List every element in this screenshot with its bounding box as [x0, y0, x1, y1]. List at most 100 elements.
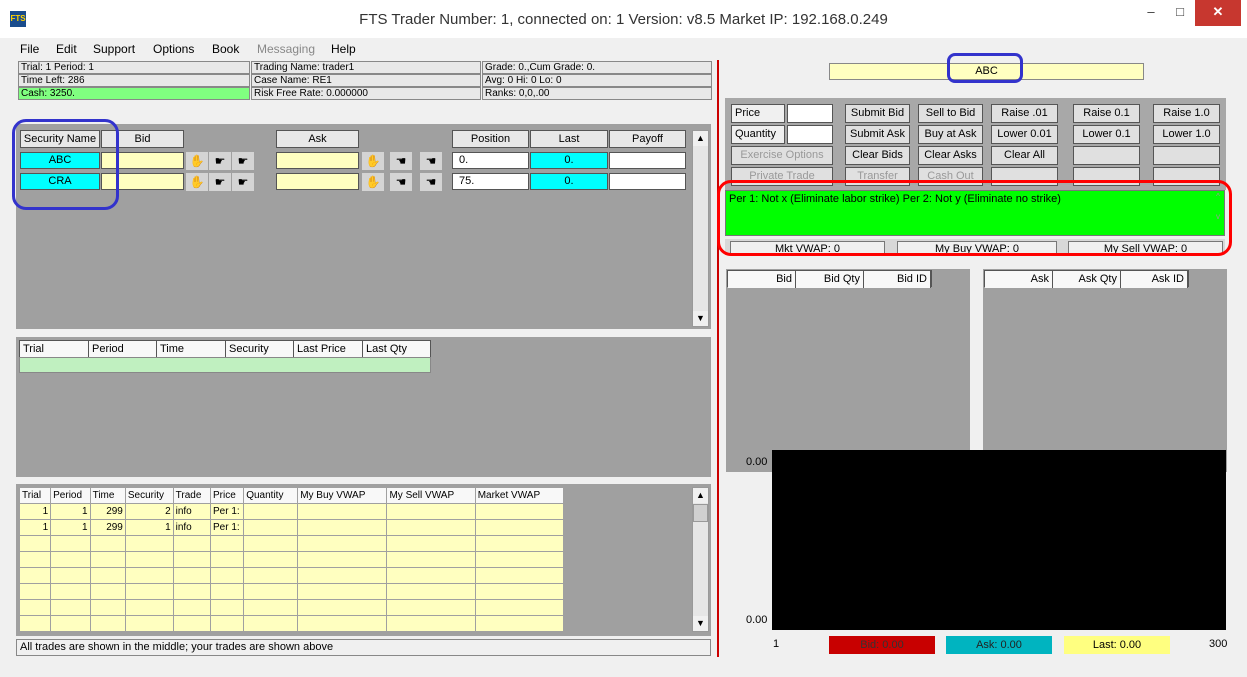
market-hand-icon[interactable]: ☛: [232, 173, 254, 191]
bid-book-panel: [726, 269, 970, 472]
sell-to-bid-button[interactable]: Sell to Bid: [918, 104, 983, 123]
point-hand-icon[interactable]: ☚: [390, 152, 412, 170]
col-ask-qty: Ask Qty: [1053, 271, 1121, 288]
scroll-down-icon[interactable]: ▼: [693, 311, 708, 326]
position-cell: 75.: [452, 173, 529, 190]
col-ask: Ask: [985, 271, 1053, 288]
col-market-vwap: Market VWAP: [474, 487, 565, 504]
cell-trade: info: [172, 503, 211, 520]
ask-book-panel: [983, 269, 1227, 472]
market-trades-header: Trial Period Time Security Last Price La…: [19, 340, 431, 358]
point-hand-icon[interactable]: ☛: [209, 173, 231, 191]
scroll-up-icon[interactable]: ▲: [693, 131, 708, 146]
minimize-button[interactable]: –: [1137, 0, 1165, 26]
price-input[interactable]: [787, 104, 833, 123]
col-last-qty: Last Qty: [363, 341, 430, 358]
cell-market-vwap: [474, 519, 565, 536]
menu-support[interactable]: Support: [93, 42, 135, 56]
close-button[interactable]: ✕: [1195, 0, 1241, 26]
raise-001-button[interactable]: Raise .01: [991, 104, 1058, 123]
col-trial: Trial: [18, 487, 52, 504]
lower-10-button[interactable]: Lower 1.0: [1153, 125, 1220, 144]
menu-help[interactable]: Help: [331, 42, 356, 56]
highlight-ring: [12, 119, 119, 210]
exercise-options-button[interactable]: Exercise Options: [731, 146, 833, 165]
quantity-input[interactable]: [787, 125, 833, 144]
menu-options[interactable]: Options: [153, 42, 194, 56]
table-row: 1 1 299 1 info Per 1:: [18, 519, 565, 536]
col-time: Time: [157, 341, 226, 358]
panel-separator: [717, 60, 719, 657]
price-chart: [772, 450, 1226, 630]
ask-input[interactable]: [276, 152, 359, 169]
my-trades-scrollbar[interactable]: ▲ ▼: [692, 487, 709, 632]
ask-input[interactable]: [276, 173, 359, 190]
trial-period: Trial: 1 Period: 1: [18, 61, 250, 74]
scroll-up-icon[interactable]: ▲: [693, 488, 708, 503]
scroll-down-icon[interactable]: ▼: [693, 616, 708, 631]
submit-ask-button[interactable]: Submit Ask: [845, 125, 910, 144]
time-left: Time Left: 286: [18, 74, 250, 87]
last-cell: 0.: [530, 173, 608, 190]
buy-at-ask-button[interactable]: Buy at Ask: [918, 125, 983, 144]
menu-file[interactable]: File: [20, 42, 39, 56]
table-row: [18, 615, 565, 632]
market-hand-icon[interactable]: ☛: [232, 152, 254, 170]
raise-01-button[interactable]: Raise 0.1: [1073, 104, 1140, 123]
col-period: Period: [50, 487, 91, 504]
point-hand-icon[interactable]: ☚: [390, 173, 412, 191]
col-security: Security: [124, 487, 174, 504]
cell-quantity: [243, 503, 299, 520]
menu-messaging[interactable]: Messaging: [257, 42, 315, 56]
blank-button[interactable]: [1153, 146, 1220, 165]
cell-trade: info: [172, 519, 211, 536]
point-hand-icon[interactable]: ☛: [209, 152, 231, 170]
submit-bid-button[interactable]: Submit Bid: [845, 104, 910, 123]
securities-scrollbar[interactable]: ▲ ▼: [692, 130, 709, 327]
cell-sell-vwap: [386, 519, 476, 536]
highlight-ring: [947, 53, 1023, 83]
col-period: Period: [89, 341, 157, 358]
market-hand-icon[interactable]: ☚: [420, 152, 442, 170]
table-row: [18, 583, 565, 600]
quantity-label: Quantity: [731, 125, 785, 144]
ask-legend: Ask: 0.00: [946, 636, 1052, 654]
cell-security: 1: [124, 519, 174, 536]
menu-bar: File Edit Support Options Book Messaging…: [0, 40, 720, 60]
col-time: Time: [89, 487, 126, 504]
blank-button[interactable]: [1073, 146, 1140, 165]
chart-y-top-label: 0.00: [746, 456, 768, 468]
cell-buy-vwap: [297, 519, 388, 536]
cash: Cash: 3250.: [18, 87, 250, 100]
highlight-ring: [717, 180, 1232, 256]
header-last: Last: [530, 130, 608, 148]
avg-hi-lo: Avg: 0 Hi: 0 Lo: 0: [482, 74, 712, 87]
raise-10-button[interactable]: Raise 1.0: [1153, 104, 1220, 123]
cell-period: 1: [50, 503, 91, 520]
menu-book[interactable]: Book: [212, 42, 239, 56]
market-hand-icon[interactable]: ☚: [420, 173, 442, 191]
cell-time: 299: [89, 519, 126, 536]
col-bid-id: Bid ID: [864, 271, 931, 288]
maximize-button[interactable]: □: [1165, 0, 1195, 26]
header-position: Position: [452, 130, 529, 148]
last-legend: Last: 0.00: [1064, 636, 1170, 654]
cell-buy-vwap: [297, 503, 388, 520]
sell-hand-icon[interactable]: ✋: [362, 173, 384, 191]
clear-asks-button[interactable]: Clear Asks: [918, 146, 983, 165]
col-bid-qty: Bid Qty: [796, 271, 864, 288]
last-cell: 0.: [530, 152, 608, 169]
cell-sell-vwap: [386, 503, 476, 520]
clear-all-button[interactable]: Clear All: [991, 146, 1058, 165]
buy-hand-icon[interactable]: ✋: [186, 152, 208, 170]
header-ask: Ask: [276, 130, 359, 148]
menu-edit[interactable]: Edit: [56, 42, 77, 56]
scroll-thumb[interactable]: [693, 504, 708, 522]
col-ask-id: Ask ID: [1121, 271, 1188, 288]
sell-hand-icon[interactable]: ✋: [362, 152, 384, 170]
lower-001-button[interactable]: Lower 0.01: [991, 125, 1058, 144]
lower-01-button[interactable]: Lower 0.1: [1073, 125, 1140, 144]
clear-bids-button[interactable]: Clear Bids: [845, 146, 910, 165]
buy-hand-icon[interactable]: ✋: [186, 173, 208, 191]
payoff-cell: [609, 152, 686, 169]
